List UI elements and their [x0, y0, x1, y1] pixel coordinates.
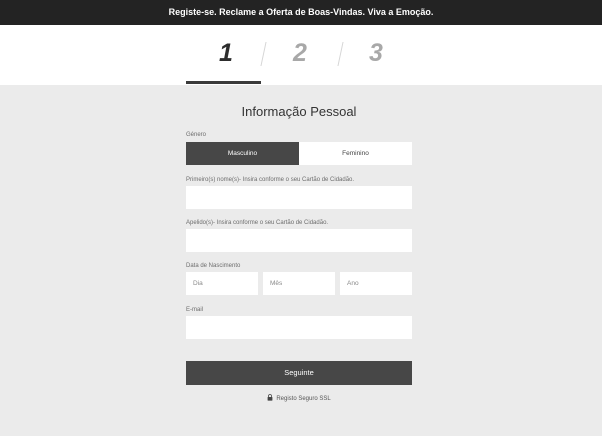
last-name-label: Apelido(s)- Insira conforme o seu Cartão…: [186, 220, 329, 226]
birth-day-input[interactable]: Dia: [186, 272, 258, 295]
email-label: E-mail: [186, 307, 204, 313]
lock-icon: [267, 394, 273, 403]
first-name-label: Primeiro(s) nome(s)- Insira conforme o s…: [186, 177, 355, 183]
step-divider: [260, 42, 267, 66]
birth-date-label: Data de Nascimento: [186, 263, 241, 269]
last-name-input[interactable]: [186, 229, 412, 252]
next-button[interactable]: Seguinte: [186, 361, 412, 385]
email-input[interactable]: [186, 316, 412, 339]
birth-month-input[interactable]: Mês: [263, 272, 335, 295]
step-3: 3: [369, 39, 383, 67]
gender-female-button[interactable]: Feminino: [299, 142, 412, 165]
step-divider: [337, 42, 344, 66]
birth-year-input[interactable]: Ano: [340, 272, 412, 295]
gender-male-button[interactable]: Masculino: [186, 142, 299, 165]
form-title: Informação Pessoal: [241, 104, 357, 119]
active-step-underline: [186, 81, 261, 84]
step-2: 2: [293, 39, 307, 67]
ssl-label: Registo Seguro SSL: [276, 396, 331, 403]
ssl-notice: Registo Seguro SSL: [186, 394, 412, 403]
first-name-input[interactable]: [186, 186, 412, 209]
gender-label: Género: [186, 132, 207, 138]
promo-banner: Registe-se. Reclame a Oferta de Boas-Vin…: [0, 0, 602, 25]
step-1: 1: [219, 39, 233, 67]
step-indicator: 1 2 3: [0, 25, 602, 85]
